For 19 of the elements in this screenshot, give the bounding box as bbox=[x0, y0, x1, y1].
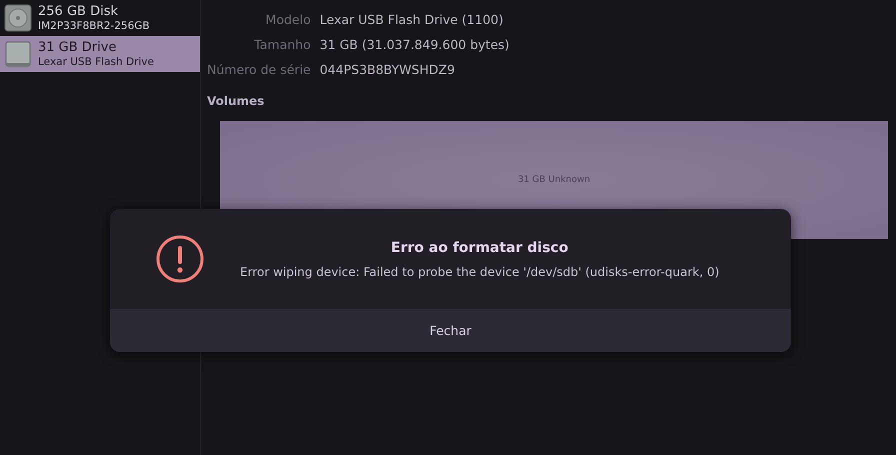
drive-title: 31 GB Drive bbox=[38, 40, 118, 56]
detail-value: 044PS3B8BYWSHDZ9 bbox=[320, 62, 456, 78]
drive-subtitle: Lexar USB Flash Drive bbox=[38, 56, 154, 68]
drive-title: 256 GB Disk bbox=[38, 4, 119, 20]
drive-list-item[interactable]: 31 GB Drive Lexar USB Flash Drive bbox=[0, 36, 200, 72]
detail-value: Lexar USB Flash Drive (1100) bbox=[320, 12, 504, 28]
error-icon bbox=[156, 235, 204, 283]
detail-label: Modelo bbox=[264, 12, 311, 28]
dialog-title: Erro ao formatar disco bbox=[390, 240, 568, 256]
volume-label: 31 GB Unknown bbox=[518, 175, 590, 185]
detail-value: 31 GB (31.037.849.600 bytes) bbox=[320, 37, 510, 53]
drive-icon bbox=[3, 39, 33, 69]
volumes-heading: Volumes bbox=[207, 94, 266, 108]
close-button[interactable]: Fechar bbox=[110, 309, 791, 352]
dialog-message: Error wiping device: Failed to probe the device '/dev/sdb' (udisks-error-quark, 0) bbox=[240, 264, 720, 278]
detail-label: Número de série bbox=[207, 62, 311, 78]
drive-subtitle: IM2P33F8BR2-256GB bbox=[38, 20, 150, 32]
detail-label: Tamanho bbox=[253, 37, 311, 53]
drive-list-item[interactable]: 256 GB Disk IM2P33F8BR2-256GB bbox=[0, 0, 200, 36]
